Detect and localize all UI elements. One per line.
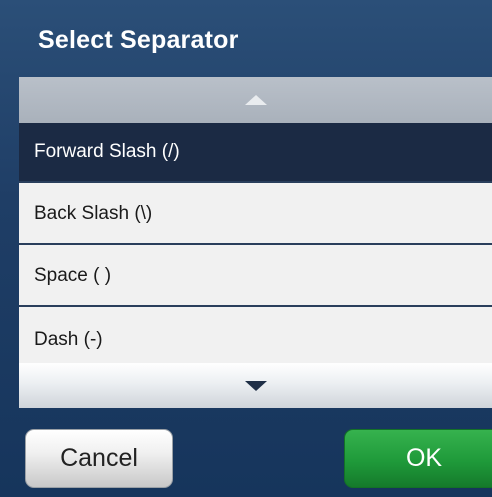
triangle-down-icon [244, 380, 267, 391]
list-item-space[interactable]: Space ( ) [19, 247, 492, 307]
ok-button[interactable]: OK [344, 429, 492, 488]
scroll-down-button[interactable] [19, 363, 492, 408]
cancel-button[interactable]: Cancel [25, 429, 173, 488]
separator-list: Forward Slash (/) Back Slash (\) Space (… [19, 77, 492, 408]
list-item-forward-slash[interactable]: Forward Slash (/) [19, 123, 492, 183]
scroll-up-button[interactable] [19, 77, 492, 123]
list-item-label: Forward Slash (/) [34, 141, 180, 162]
list-item-label: Back Slash (\) [34, 203, 153, 224]
list-item-label: Space ( ) [34, 265, 112, 286]
triangle-up-icon [244, 95, 267, 105]
list-item-label: Dash (-) [34, 329, 103, 350]
list-item-back-slash[interactable]: Back Slash (\) [19, 185, 492, 245]
select-separator-dialog: Select Separator Forward Slash (/) Back … [0, 0, 492, 497]
dialog-title: Select Separator [38, 26, 239, 54]
list-item-dash[interactable]: Dash (-) [19, 309, 492, 363]
